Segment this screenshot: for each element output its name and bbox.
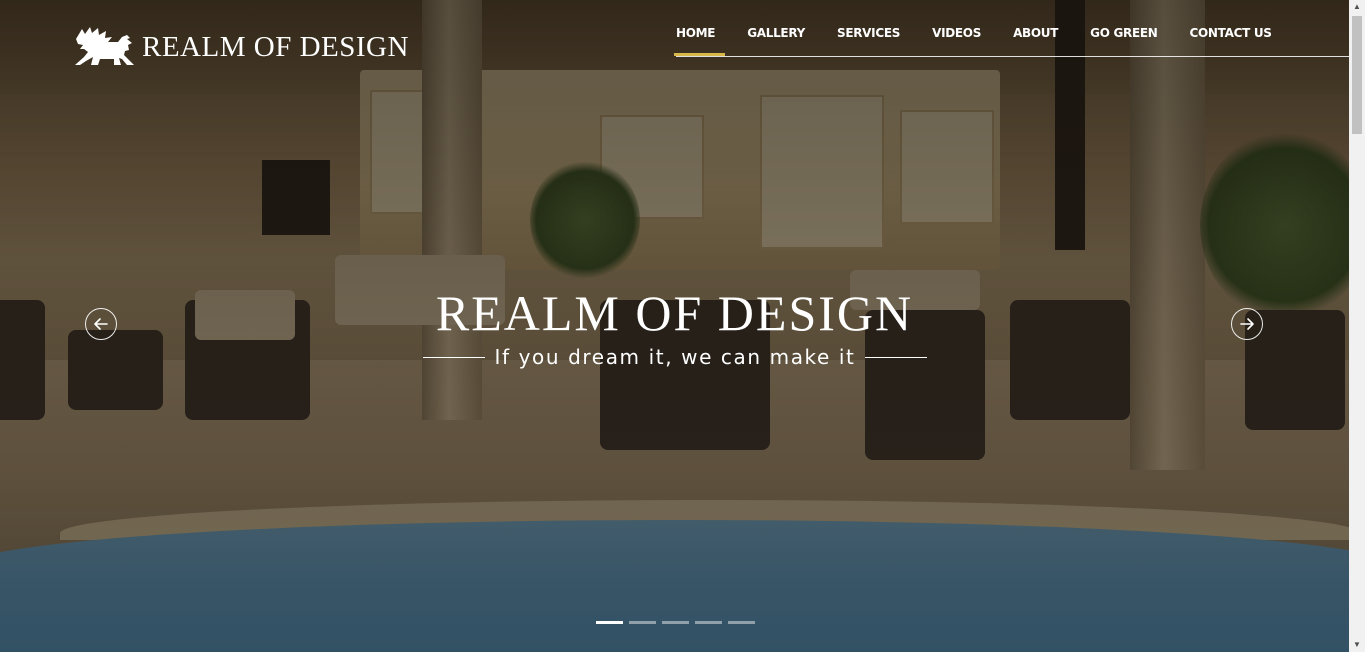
winged-lion-icon [75, 27, 134, 65]
page: REALM OF DESIGN HOME GALLERY SERVICES VI… [0, 0, 1349, 652]
scroll-down-arrow-icon[interactable]: ▼ [1349, 638, 1365, 652]
nav-item-home[interactable]: HOME [673, 22, 726, 56]
slider-prev-button[interactable] [85, 308, 117, 340]
nav-item-about[interactable]: ABOUT [1013, 22, 1058, 44]
slider-dot-2[interactable] [629, 621, 656, 624]
slider-dot-4[interactable] [695, 621, 722, 624]
nav-item-services[interactable]: SERVICES [837, 22, 900, 44]
hero-subtitle: If you dream it, we can make it [494, 345, 856, 369]
nav-item-contact-us[interactable]: CONTACT US [1190, 22, 1272, 44]
site-logo[interactable]: REALM OF DESIGN [72, 24, 409, 70]
main-navigation: HOME GALLERY SERVICES VIDEOS ABOUT GO GR… [673, 22, 1304, 56]
scrollbar-thumb[interactable] [1352, 16, 1362, 134]
nav-item-videos[interactable]: VIDEOS [932, 22, 981, 44]
arrow-right-circle-icon [1240, 318, 1254, 330]
nav-divider [676, 56, 1349, 57]
subtitle-right-rule [865, 356, 928, 358]
subtitle-left-rule [422, 356, 485, 358]
vertical-scrollbar[interactable]: ▲ ▼ [1349, 0, 1365, 652]
site-brand-name: REALM OF DESIGN [142, 30, 409, 63]
slider-pagination [596, 621, 761, 624]
arrow-left-circle-icon [94, 318, 108, 330]
nav-item-gallery[interactable]: GALLERY [747, 22, 805, 44]
slider-dot-1[interactable] [596, 621, 623, 624]
nav-item-go-green[interactable]: GO GREEN [1090, 22, 1158, 44]
scroll-up-arrow-icon[interactable]: ▲ [1349, 0, 1365, 14]
slider-dot-5[interactable] [728, 621, 755, 624]
hero-subtitle-row: If you dream it, we can make it [410, 343, 940, 371]
slider-dot-3[interactable] [662, 621, 689, 624]
slider-next-button[interactable] [1231, 308, 1263, 340]
hero-title: REALM OF DESIGN [435, 285, 914, 341]
